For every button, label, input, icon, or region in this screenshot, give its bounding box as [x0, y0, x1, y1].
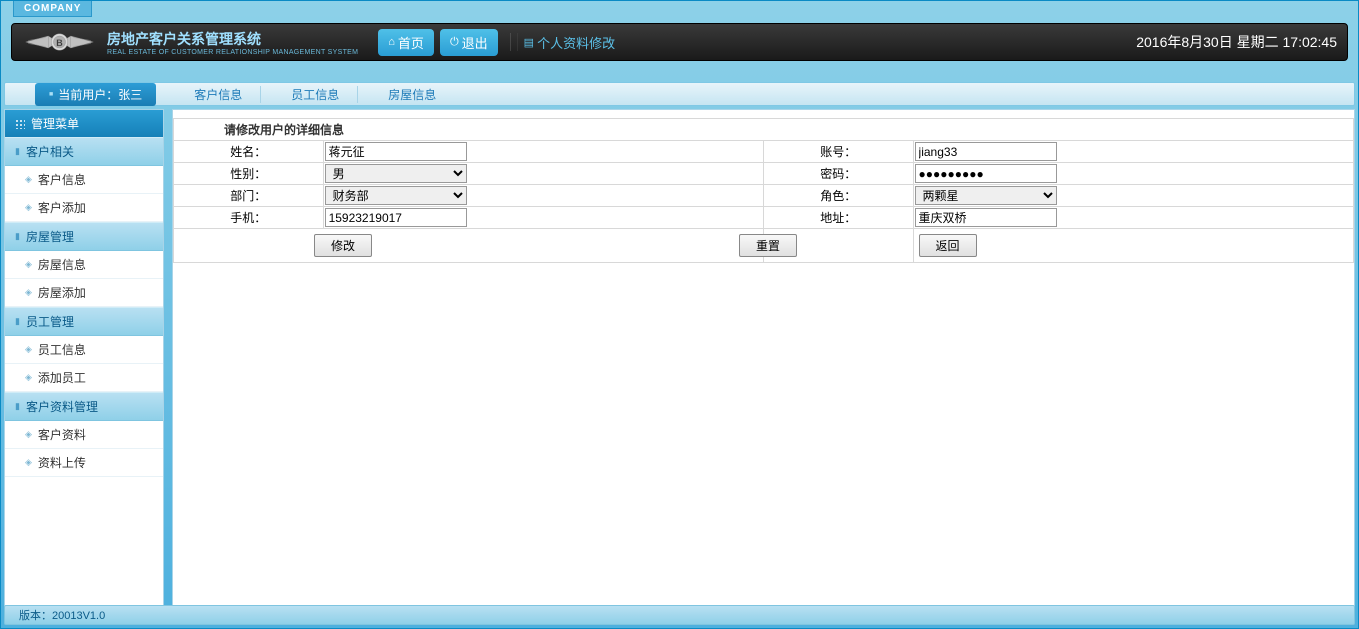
modify-button[interactable]: 修改 — [314, 234, 372, 257]
logout-label: 退出 — [462, 33, 488, 52]
sub-bar — [11, 64, 1348, 82]
current-user-prefix: 当前用户： — [58, 86, 118, 103]
sidebar-link-customer-profile[interactable]: 客户资料 — [5, 421, 163, 449]
menu-item-house-info[interactable]: 房屋信息 — [370, 86, 454, 103]
company-tag: COMPANY — [13, 1, 92, 17]
profile-label: 个人资料修改 — [537, 33, 615, 52]
current-user-name: 张三 — [118, 86, 142, 103]
sidebar-link-employee-info[interactable]: 员工信息 — [5, 336, 163, 364]
label-phone: 手机： — [174, 207, 324, 229]
sidebar-link-house-add[interactable]: 房屋添加 — [5, 279, 163, 307]
sidebar-group-customer[interactable]: 客户相关 — [5, 137, 163, 166]
menu-bar: 当前用户： 张三 客户信息 员工信息 房屋信息 — [4, 82, 1355, 106]
logout-button[interactable]: ⏻ 退出 — [440, 29, 498, 56]
separator-icon — [510, 33, 518, 51]
input-address[interactable] — [915, 208, 1057, 227]
sidebar-group-employee[interactable]: 员工管理 — [5, 307, 163, 336]
power-icon: ⏻ — [450, 36, 459, 49]
select-gender[interactable]: 男 — [325, 164, 467, 183]
profile-edit-link[interactable]: ▤ 个人资料修改 — [524, 33, 615, 52]
system-title-main: 房地产客户关系管理系统 — [107, 29, 358, 49]
version-label: 版本：20013V1.0 — [19, 607, 105, 623]
label-role: 角色： — [763, 185, 913, 207]
sidebar-group-profile[interactable]: 客户资料管理 — [5, 392, 163, 421]
content-panel: 请修改用户的详细信息 姓名： 账号： 性别： 男 密码： 部门： 财务部 — [172, 109, 1355, 612]
reset-button[interactable]: 重置 — [739, 234, 797, 257]
form-title: 请修改用户的详细信息 — [174, 119, 1354, 141]
app-frame: COMPANY B 房地产客户关系管理系统 REAL ESTATE OF CU — [0, 0, 1359, 629]
sidebar-link-customer-info[interactable]: 客户信息 — [5, 166, 163, 194]
input-phone[interactable] — [325, 208, 467, 227]
home-icon: ⌂ — [388, 36, 395, 48]
sidebar-link-employee-add[interactable]: 添加员工 — [5, 364, 163, 392]
label-dept: 部门： — [174, 185, 324, 207]
datetime-display: 2016年8月30日 星期二 17:02:45 — [1136, 32, 1337, 52]
sidebar-header: 管理菜单 — [5, 110, 163, 137]
label-gender: 性别： — [174, 163, 324, 185]
sidebar-link-profile-upload[interactable]: 资料上传 — [5, 449, 163, 477]
current-user-badge: 当前用户： 张三 — [35, 83, 156, 106]
document-icon: ▤ — [524, 36, 534, 49]
logo-icon: B — [22, 27, 97, 57]
label-address: 地址： — [763, 207, 913, 229]
back-button[interactable]: 返回 — [919, 234, 977, 257]
input-account[interactable] — [915, 142, 1057, 161]
home-label: 首页 — [398, 33, 424, 52]
svg-text:B: B — [56, 38, 63, 48]
input-password[interactable] — [915, 164, 1057, 183]
input-name[interactable] — [325, 142, 467, 161]
menu-item-customer-info[interactable]: 客户信息 — [176, 86, 261, 103]
select-role[interactable]: 两颗星 — [915, 186, 1057, 205]
label-password: 密码： — [763, 163, 913, 185]
label-name: 姓名： — [174, 141, 324, 163]
system-title-sub: REAL ESTATE OF CUSTOMER RELATIONSHIP MAN… — [107, 49, 358, 56]
body-area: 管理菜单 客户相关 客户信息 客户添加 房屋管理 房屋信息 房屋添加 员工管理 … — [4, 109, 1355, 612]
label-account: 账号： — [763, 141, 913, 163]
sidebar-link-customer-add[interactable]: 客户添加 — [5, 194, 163, 222]
sidebar-link-house-info[interactable]: 房屋信息 — [5, 251, 163, 279]
menu-item-employee-info[interactable]: 员工信息 — [273, 86, 358, 103]
sidebar-group-house[interactable]: 房屋管理 — [5, 222, 163, 251]
sidebar: 管理菜单 客户相关 客户信息 客户添加 房屋管理 房屋信息 房屋添加 员工管理 … — [4, 109, 164, 612]
select-dept[interactable]: 财务部 — [325, 186, 467, 205]
home-button[interactable]: ⌂ 首页 — [378, 29, 434, 56]
form-table: 请修改用户的详细信息 姓名： 账号： 性别： 男 密码： 部门： 财务部 — [173, 118, 1354, 263]
footer: 版本：20013V1.0 — [4, 605, 1355, 625]
system-title: 房地产客户关系管理系统 REAL ESTATE OF CUSTOMER RELA… — [107, 29, 358, 56]
top-bar: B 房地产客户关系管理系统 REAL ESTATE OF CUSTOMER RE… — [11, 23, 1348, 61]
